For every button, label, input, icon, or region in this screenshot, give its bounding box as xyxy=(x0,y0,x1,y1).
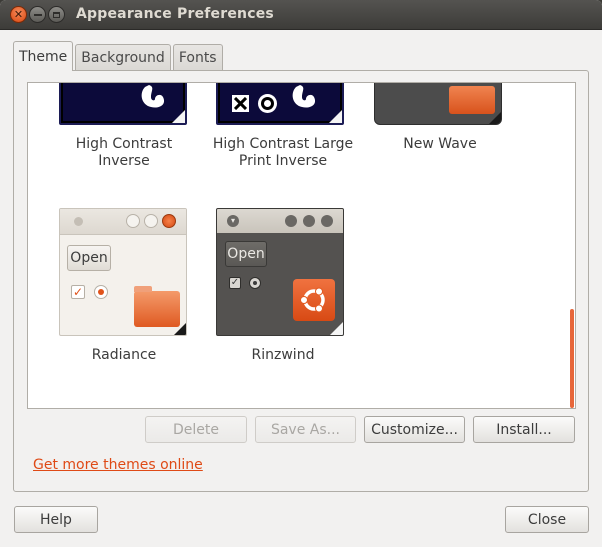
appearance-preferences-window: ✕ Appearance Preferences Theme Backgroun… xyxy=(0,0,602,547)
theme-thumbnail-high-contrast-large-print-inverse[interactable] xyxy=(216,83,344,125)
radio-icon xyxy=(258,94,277,113)
window-menu-icon xyxy=(74,217,83,226)
theme-list-scrollbar[interactable] xyxy=(570,309,574,408)
radio-selected-icon xyxy=(94,285,108,299)
title-bar[interactable]: ✕ Appearance Preferences xyxy=(0,0,602,30)
gnome-foot-icon xyxy=(141,85,165,108)
theme-thumbnail-new-wave[interactable] xyxy=(374,83,502,125)
folder-icon xyxy=(134,286,180,327)
theme-label: High Contrast Inverse xyxy=(75,136,173,169)
checkbox-checked-icon: ✓ xyxy=(71,285,85,299)
install-button[interactable]: Install... xyxy=(473,416,575,443)
close-icon xyxy=(162,214,176,228)
get-more-themes-link[interactable]: Get more themes online xyxy=(33,457,203,473)
minimize-window-icon[interactable] xyxy=(29,6,46,23)
theme-thumbnail-high-contrast-inverse[interactable] xyxy=(59,83,187,125)
close-window-icon[interactable]: ✕ xyxy=(10,6,27,23)
close-icon xyxy=(321,215,333,227)
theme-label: Radiance xyxy=(91,347,157,363)
minimize-icon xyxy=(285,215,297,227)
checkbox-x-icon xyxy=(232,95,249,112)
maximize-window-icon[interactable] xyxy=(48,6,65,23)
folder-icon xyxy=(449,86,495,114)
help-button[interactable]: Help xyxy=(14,506,98,533)
sample-open-button: Open xyxy=(225,241,267,267)
minimize-icon xyxy=(126,214,140,228)
window-title: Appearance Preferences xyxy=(76,6,274,22)
close-button[interactable]: Close xyxy=(505,506,589,533)
ubuntu-logo-icon xyxy=(293,279,335,321)
sample-open-button: Open xyxy=(67,245,111,271)
customize-button[interactable]: Customize... xyxy=(364,416,465,443)
delete-button[interactable]: Delete xyxy=(145,416,247,443)
theme-thumbnail-radiance[interactable]: Open ✓ xyxy=(59,208,187,336)
maximize-icon xyxy=(303,215,315,227)
theme-label: High Contrast Large Print Inverse xyxy=(212,136,354,169)
tab-theme[interactable]: Theme xyxy=(13,41,74,71)
maximize-icon xyxy=(144,214,158,228)
radio-icon xyxy=(249,277,261,289)
theme-list[interactable]: High Contrast Inverse High Contrast Larg… xyxy=(27,82,576,409)
theme-label: Rinzwind xyxy=(251,347,315,363)
window-menu-icon: ▾ xyxy=(227,215,239,227)
theme-thumbnail-rinzwind[interactable]: ▾ Open ✓ xyxy=(216,208,344,336)
tab-fonts[interactable]: Fonts xyxy=(172,44,223,71)
tab-bar: Theme Background Fonts xyxy=(13,41,225,71)
theme-label: New Wave xyxy=(403,136,477,152)
gnome-foot-icon xyxy=(292,85,316,108)
tab-background[interactable]: Background xyxy=(75,44,171,71)
checkbox-checked-icon: ✓ xyxy=(229,277,241,289)
save-as-button[interactable]: Save As... xyxy=(255,416,356,443)
